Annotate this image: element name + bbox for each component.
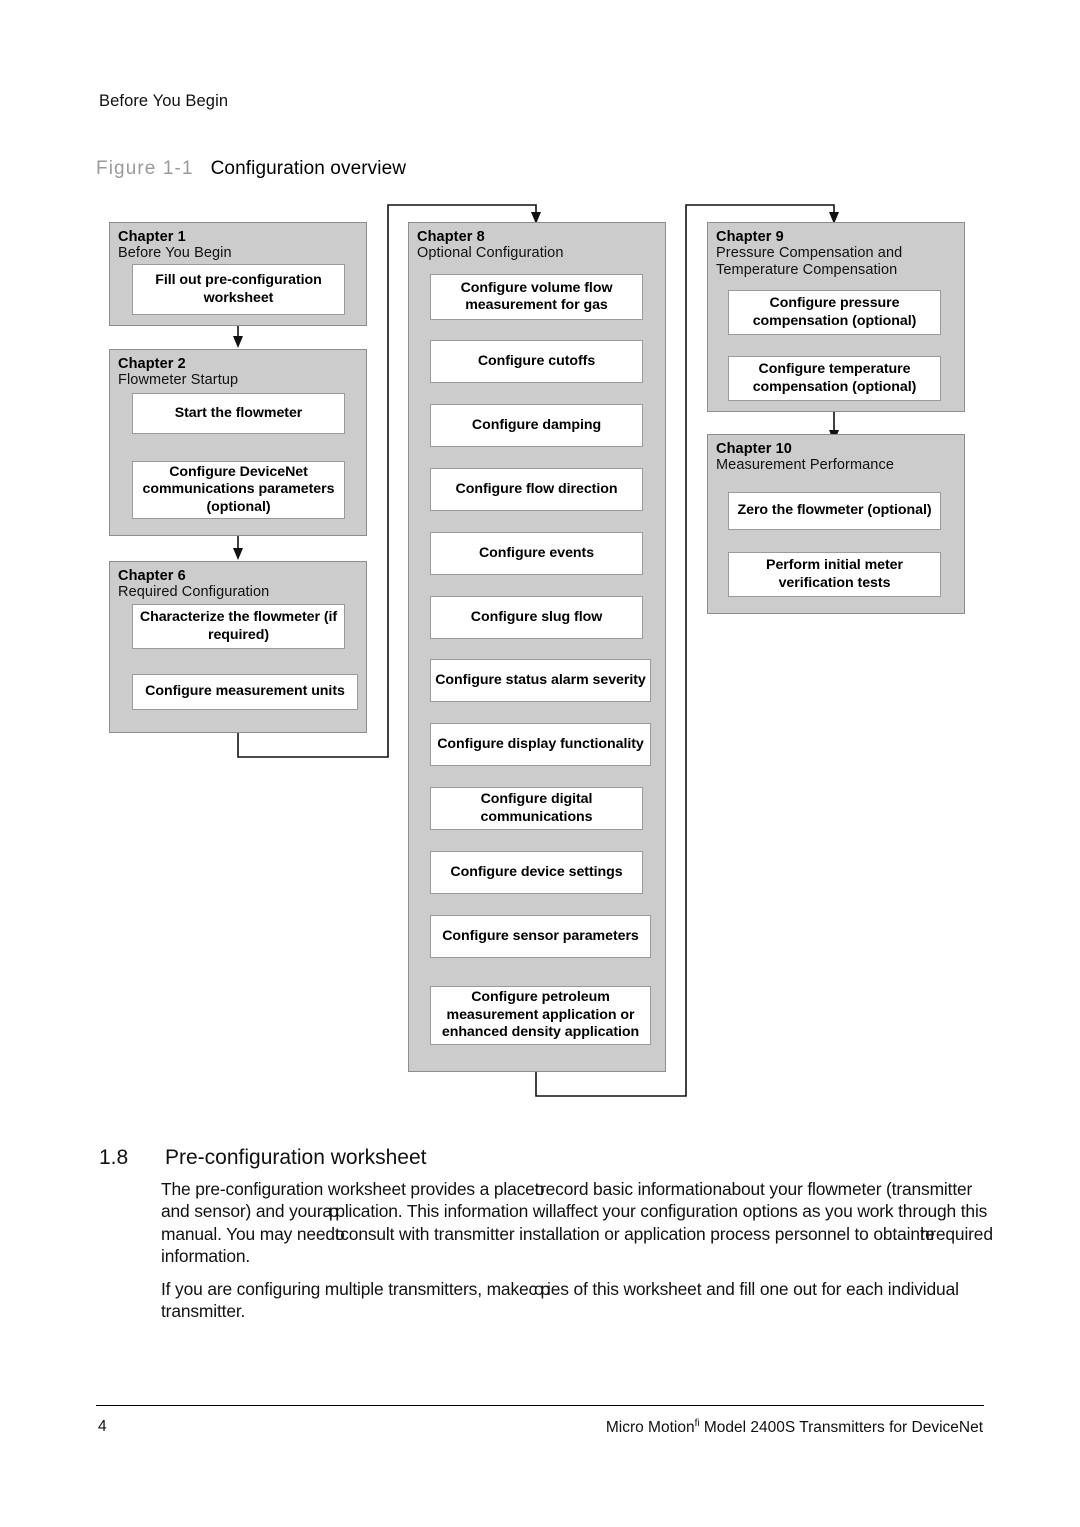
step-box[interactable]: Configure damping	[430, 404, 643, 447]
footer-divider	[96, 1405, 984, 1406]
step-box[interactable]: Configure display functionality	[430, 723, 651, 766]
figure-number: Figure 1-1	[96, 158, 194, 179]
chapter-title: Chapter 2	[118, 356, 186, 372]
chapter-subtitle: Flowmeter Startup	[118, 372, 239, 388]
step-box[interactable]: Configure sensor parameters	[430, 915, 651, 958]
step-box[interactable]: Configure volume flow measurement for ga…	[430, 274, 643, 320]
figure-caption: Figure 1-1 Configuration overview	[96, 158, 406, 180]
step-box[interactable]: Configure measurement units	[132, 674, 358, 710]
chapter-title: Chapter 9	[716, 229, 784, 245]
para1-m: stallation or application process person…	[532, 1223, 920, 1244]
chapter-title: Chapter 8	[417, 229, 485, 245]
section-number: 1.8	[99, 1146, 129, 1169]
paragraph-1: The pre-configuration worksheet provides…	[161, 1178, 1001, 1268]
para1-a: The pre-configuration worksheet provides…	[161, 1179, 535, 1199]
footer-model: Model 2400S Transmitters for DeviceNet	[699, 1419, 983, 1437]
step-box[interactable]: Configure digital communications	[430, 787, 643, 830]
step-box[interactable]: Characterize the flowmeter (if required)	[132, 604, 345, 649]
step-box[interactable]: Configure slug flow	[430, 596, 643, 639]
footer-document-title: Micro Motionfi Model 2400S Transmitters …	[606, 1418, 983, 1437]
footer-brand: Micro Motion	[605, 1419, 695, 1437]
running-header: Before You Begin	[99, 92, 229, 110]
para2-b: cop	[528, 1279, 551, 1299]
figure-title: Configuration overview	[210, 158, 407, 179]
chapter-title: Chapter 1	[118, 229, 186, 245]
step-box[interactable]: Configure status alarm severity	[430, 659, 651, 702]
footer-page-number: 4	[98, 1418, 107, 1435]
para1-f: ap	[322, 1201, 338, 1222]
para1-k: consult with transmitter in	[340, 1223, 533, 1244]
chapter-subtitle: Measurement Performance	[716, 457, 894, 473]
step-box[interactable]: Configure cutoffs	[430, 340, 643, 383]
chapter-subtitle: Required Configuration	[118, 584, 270, 600]
step-box[interactable]: Configure flow direction	[430, 468, 643, 511]
step-box[interactable]: Configure device settings	[430, 851, 643, 894]
section-title: Pre-configuration worksheet	[165, 1146, 427, 1169]
step-box[interactable]: Zero the flowmeter (optional)	[728, 492, 941, 530]
step-box[interactable]: Configure events	[430, 532, 643, 575]
step-box[interactable]: Configure DeviceNet communications param…	[132, 461, 345, 519]
step-box[interactable]: Fill out pre-configuration worksheet	[132, 264, 345, 315]
chapter-title: Chapter 10	[716, 441, 792, 457]
chapter-subtitle: Optional Configuration	[417, 245, 564, 261]
paragraph-2: If you are configuring multiple transmit…	[161, 1278, 1001, 1323]
para1-g: plication. This information will	[335, 1201, 557, 1222]
chapter-title: Chapter 6	[118, 568, 186, 584]
section-heading: 1.8 Pre-configuration worksheet	[99, 1146, 426, 1170]
chapter-subtitle: Pressure Compensation and Temperature Co…	[716, 245, 903, 278]
step-box[interactable]: Configure pressure compensation (optiona…	[728, 290, 941, 335]
para1-n: the	[919, 1223, 935, 1244]
step-box[interactable]: Configure temperature compensation (opti…	[728, 356, 941, 401]
para2-a: If you are configuring multiple transmit…	[161, 1279, 529, 1299]
step-box[interactable]: Start the flowmeter	[132, 393, 345, 434]
step-box[interactable]: Perform initial meter verification tests	[728, 552, 941, 597]
para1-c: record basic information	[539, 1179, 722, 1199]
chapter-subtitle: Before You Begin	[118, 245, 232, 261]
step-box[interactable]: Configure petroleum measurement applicat…	[430, 986, 651, 1045]
